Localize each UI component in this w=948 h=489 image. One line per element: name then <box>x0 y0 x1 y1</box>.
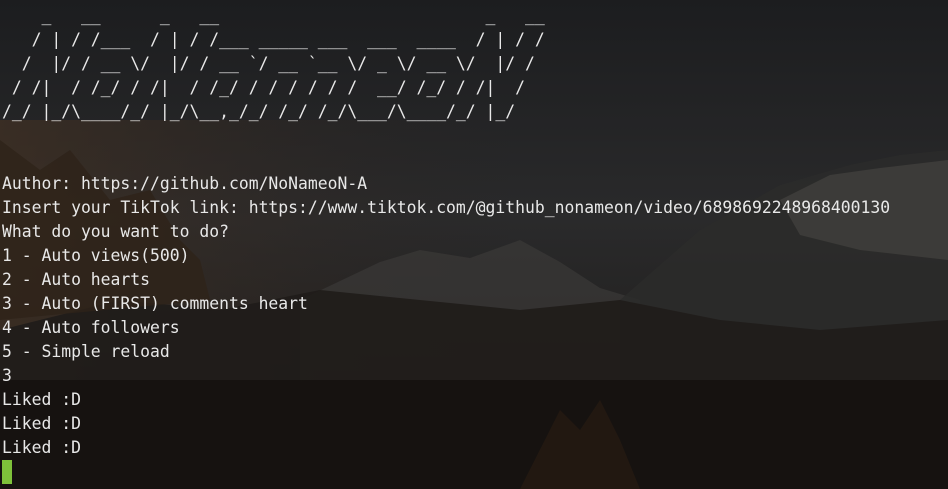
terminal-window[interactable]: _ __ _ __ _ __ / | / /___ / | / /___ ___… <box>0 0 948 489</box>
menu-option: 2 - Auto hearts <box>2 270 151 289</box>
insert-link-line: Insert your TikTok link: https://www.tik… <box>2 198 891 217</box>
question-line: What do you want to do? <box>2 222 229 241</box>
banner-line: / |/ / __ \/ |/ / __ `/ __ `__ \/ _ \/ _… <box>2 54 545 73</box>
terminal-cursor <box>2 460 12 484</box>
banner-line: / /| / /_/ / /| / /_/ / / / / / / __/ /_… <box>2 78 545 97</box>
menu-option: 1 - Auto views(500) <box>2 246 190 265</box>
output-line: Liked :D <box>2 438 81 457</box>
prompt-line[interactable] <box>2 460 890 484</box>
author-line: Author: https://github.com/NoNameoN-A <box>2 174 368 193</box>
user-choice-line: 3 <box>2 366 12 385</box>
banner-line: / | / /___ / | / /___ _____ ___ ___ ____… <box>2 30 545 49</box>
banner-line: _ __ _ __ _ __ <box>2 6 545 25</box>
terminal-output: _ __ _ __ _ __ / | / /___ / | / /___ ___… <box>2 4 890 484</box>
banner-line: /_/ |_/\____/_/ |_/\__,_/_/ /_/ /_/\___/… <box>2 102 545 121</box>
menu-option: 4 - Auto followers <box>2 318 180 337</box>
output-line: Liked :D <box>2 390 81 409</box>
output-line: Liked :D <box>2 414 81 433</box>
menu-option: 5 - Simple reload <box>2 342 170 361</box>
menu-option: 3 - Auto (FIRST) comments heart <box>2 294 308 313</box>
